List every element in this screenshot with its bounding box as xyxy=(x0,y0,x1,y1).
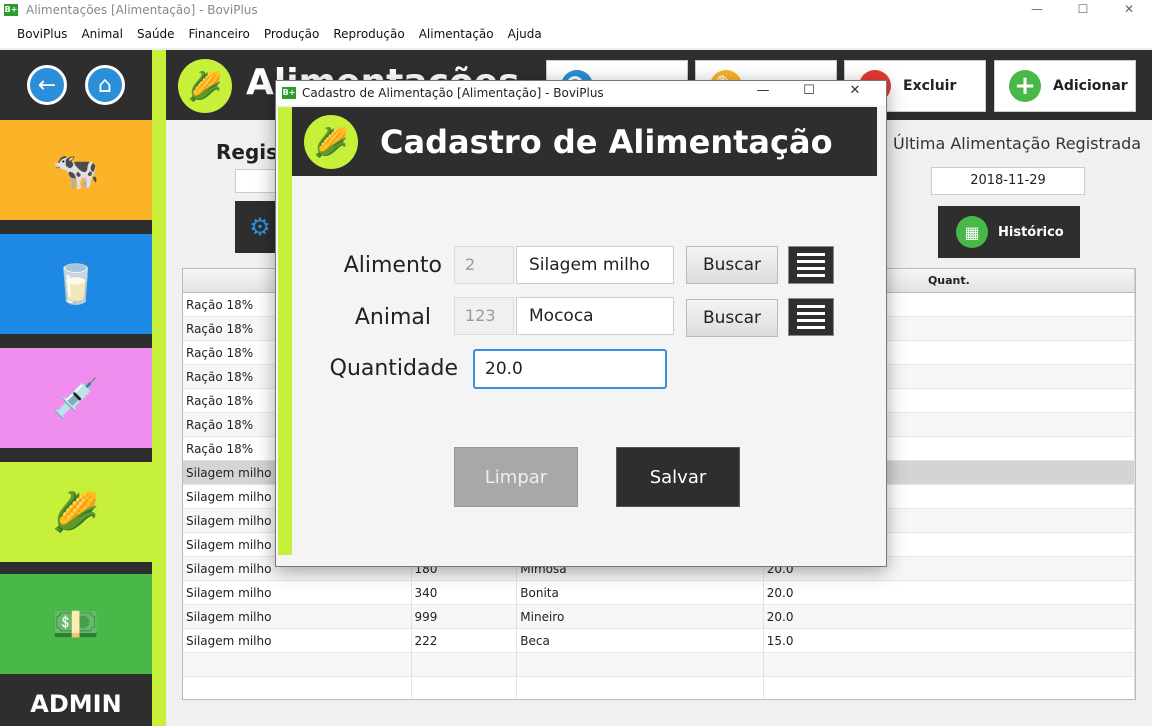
dialog-titlebar: B+ Cadastro de Alimentação [Alimentação]… xyxy=(276,81,886,105)
sidebar-item-saude[interactable]: 💉 xyxy=(0,348,152,448)
animal-name-field[interactable]: Mococa xyxy=(516,297,674,335)
calendar-icon: ▦ xyxy=(956,216,988,248)
corn-icon: 🌽 xyxy=(52,489,100,534)
plus-icon: + xyxy=(1009,70,1041,102)
animal-id-field: 123 xyxy=(454,297,514,335)
save-button[interactable]: Salvar xyxy=(616,447,740,507)
alimento-list-icon[interactable] xyxy=(788,246,834,284)
app-icon: B+ xyxy=(282,87,296,99)
menu-financeiro[interactable]: Financeiro xyxy=(189,27,250,41)
sidebar-item-financeiro[interactable]: 💵 xyxy=(0,574,152,674)
add-label: Adicionar xyxy=(1053,78,1128,94)
table-cell: Silagem milho xyxy=(183,629,412,652)
table-cell xyxy=(183,677,412,699)
sidebar: ← ⌂ 🐄 🥛 💉 🌽 💵 ADMIN xyxy=(0,50,152,726)
alimento-id-field: 2 xyxy=(454,246,514,284)
gear-icon: ⚙ xyxy=(249,213,271,241)
app-icon: B+ xyxy=(4,4,18,16)
dialog-maximize-button[interactable]: ☐ xyxy=(786,83,832,98)
history-label: Histórico xyxy=(998,224,1064,240)
close-button[interactable]: ✕ xyxy=(1106,0,1152,20)
table-cell: 20.0 xyxy=(764,605,1135,628)
sidebar-item-animal[interactable]: 🐄 xyxy=(0,120,152,220)
table-cell: Bonita xyxy=(517,581,764,604)
last-feeding-date: 2018-11-29 xyxy=(931,167,1085,195)
admin-label: ADMIN xyxy=(30,690,122,718)
window-title: Alimentações [Alimentação] - BoviPlus xyxy=(26,3,258,17)
alimento-label: Alimento xyxy=(343,253,442,278)
window-controls: — ☐ ✕ xyxy=(1014,0,1152,20)
cattle-icon: 🐄 xyxy=(52,147,100,192)
maximize-button[interactable]: ☐ xyxy=(1060,0,1106,20)
table-row[interactable]: Silagem milho 340 Bonita 20.0 xyxy=(183,581,1135,605)
dialog-title: Cadastro de Alimentação [Alimentação] - … xyxy=(302,86,604,100)
table-cell: 15.0 xyxy=(764,629,1135,652)
table-cell: Silagem milho xyxy=(183,605,412,628)
milk-icon: 🥛 xyxy=(52,261,100,306)
corn-logo-icon: 🌽 xyxy=(178,59,232,113)
menu-reproducao[interactable]: Reprodução xyxy=(333,27,404,41)
menu-saude[interactable]: Saúde xyxy=(137,27,175,41)
corn-logo-icon: 🌽 xyxy=(304,115,358,169)
minimize-button[interactable]: — xyxy=(1014,0,1060,20)
dialog-minimize-button[interactable]: — xyxy=(740,83,786,98)
history-button[interactable]: ▦ Histórico xyxy=(938,206,1080,258)
menu-boviplus[interactable]: BoviPlus xyxy=(17,27,67,41)
table-cell: 20.0 xyxy=(764,581,1135,604)
menu-animal[interactable]: Animal xyxy=(81,27,123,41)
table-cell xyxy=(764,653,1135,676)
table-cell: 340 xyxy=(412,581,518,604)
syringe-icon: 💉 xyxy=(52,375,100,420)
table-cell xyxy=(764,677,1135,699)
table-row[interactable]: Silagem milho 999 Mineiro 20.0 xyxy=(183,605,1135,629)
menu-ajuda[interactable]: Ajuda xyxy=(508,27,542,41)
animal-label: Animal xyxy=(354,305,431,330)
table-cell xyxy=(517,653,764,676)
menu-alimentacao[interactable]: Alimentação xyxy=(419,27,494,41)
delete-label: Excluir xyxy=(903,78,957,94)
sidebar-item-producao[interactable]: 🥛 xyxy=(0,234,152,334)
dialog-controls: — ☐ ✕ xyxy=(740,83,878,98)
table-cell xyxy=(517,677,764,699)
table-row[interactable] xyxy=(183,677,1135,699)
clear-button[interactable]: Limpar xyxy=(454,447,578,507)
dialog-heading: Cadastro de Alimentação xyxy=(380,123,833,161)
sidebar-item-alimentacao[interactable]: 🌽 xyxy=(0,462,152,562)
feeding-dialog: B+ Cadastro de Alimentação [Alimentação]… xyxy=(275,80,887,567)
quantidade-label: Quantidade xyxy=(329,356,458,381)
animal-list-icon[interactable] xyxy=(788,298,834,336)
window-titlebar: B+ Alimentações [Alimentação] - BoviPlus… xyxy=(0,0,1152,20)
home-icon[interactable]: ⌂ xyxy=(85,65,125,105)
add-button[interactable]: + Adicionar xyxy=(994,60,1136,112)
dialog-accent-strip xyxy=(278,107,292,555)
table-cell xyxy=(412,677,518,699)
table-cell xyxy=(183,653,412,676)
scrollbar[interactable] xyxy=(1136,268,1152,726)
accent-strip xyxy=(152,50,166,726)
last-feeding-label: Última Alimentação Registrada xyxy=(893,134,1142,153)
table-cell: Silagem milho xyxy=(183,581,412,604)
table-row[interactable] xyxy=(183,653,1135,677)
table-cell: 222 xyxy=(412,629,518,652)
animal-search-button[interactable]: Buscar xyxy=(686,299,778,337)
quantidade-input[interactable]: 20.0 xyxy=(473,349,667,389)
table-cell xyxy=(412,653,518,676)
dialog-header: 🌽 Cadastro de Alimentação xyxy=(292,107,877,176)
table-cell: Beca xyxy=(517,629,764,652)
table-cell: Mineiro xyxy=(517,605,764,628)
table-cell: 999 xyxy=(412,605,518,628)
table-row[interactable]: Silagem milho 222 Beca 15.0 xyxy=(183,629,1135,653)
money-icon: 💵 xyxy=(52,601,100,646)
menu-bar: BoviPlus Animal Saúde Financeiro Produçã… xyxy=(0,20,1152,48)
alimento-search-button[interactable]: Buscar xyxy=(686,246,778,284)
alimento-name-field[interactable]: Silagem milho xyxy=(516,246,674,284)
menu-producao[interactable]: Produção xyxy=(264,27,320,41)
back-arrow-icon[interactable]: ← xyxy=(27,65,67,105)
dialog-close-button[interactable]: ✕ xyxy=(832,83,878,98)
